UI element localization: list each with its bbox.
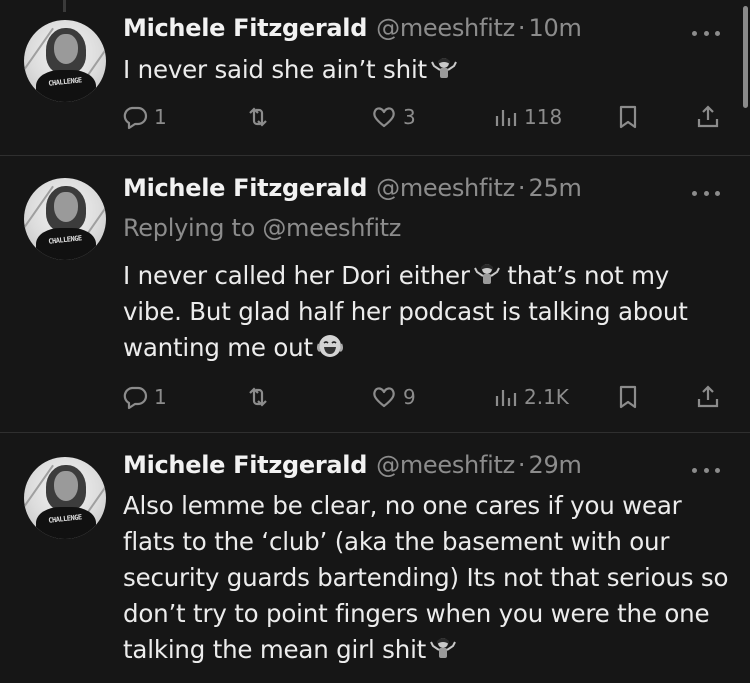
- more-icon[interactable]: [692, 188, 720, 198]
- reply-count: 1: [154, 105, 167, 129]
- timestamp[interactable]: 10m: [529, 14, 582, 42]
- repost-icon: [249, 107, 267, 127]
- person-shrugging-emoji: [430, 638, 456, 658]
- views-count: 118: [524, 105, 563, 129]
- bookmark-button[interactable]: [615, 104, 641, 130]
- like-icon: [373, 387, 395, 408]
- tweet-3[interactable]: CHALLENGE Michele Fitzgerald @meeshfitz …: [0, 433, 750, 683]
- like-icon: [373, 107, 395, 128]
- tweet-1[interactable]: CHALLENGE Michele Fitzgerald @meeshfitz …: [0, 0, 750, 155]
- like-count: 3: [403, 105, 416, 129]
- share-button[interactable]: [695, 384, 721, 410]
- repost-button[interactable]: [245, 104, 277, 130]
- more-icon[interactable]: [692, 28, 720, 38]
- bookmark-button[interactable]: [615, 384, 641, 410]
- repost-icon: [249, 387, 267, 407]
- author-name[interactable]: Michele Fitzgerald: [123, 174, 367, 202]
- replying-to-handle[interactable]: @meeshfitz: [262, 214, 401, 242]
- views-button[interactable]: 2.1K: [492, 384, 569, 410]
- tweet-text-container: I never said she ain’t shit: [123, 52, 733, 88]
- repost-button[interactable]: [245, 384, 277, 410]
- avatar[interactable]: CHALLENGE: [24, 20, 106, 102]
- bookmark-icon: [619, 105, 637, 129]
- like-button[interactable]: 9: [371, 384, 416, 410]
- avatar[interactable]: CHALLENGE: [24, 178, 106, 260]
- like-button[interactable]: 3: [371, 104, 416, 130]
- tweet-text-container: Also lemme be clear, no one cares if you…: [123, 488, 733, 668]
- reply-button[interactable]: 1: [122, 104, 167, 130]
- tweet-text-part-1: I never called her Dori either: [123, 261, 470, 290]
- replying-to: Replying to @meeshfitz: [123, 214, 401, 242]
- author-name[interactable]: Michele Fitzgerald: [123, 451, 367, 479]
- more-icon[interactable]: [692, 465, 720, 475]
- separator-dot: ·: [517, 451, 526, 479]
- share-icon: [697, 105, 719, 128]
- author-name[interactable]: Michele Fitzgerald: [123, 14, 367, 42]
- views-count: 2.1K: [524, 385, 569, 409]
- person-shrugging-emoji: [431, 58, 457, 78]
- share-icon: [697, 385, 719, 408]
- reply-icon: [123, 386, 148, 410]
- timestamp[interactable]: 29m: [529, 451, 582, 479]
- author-handle[interactable]: @meeshfitz: [376, 14, 515, 42]
- reply-count: 1: [154, 385, 167, 409]
- reply-button[interactable]: 1: [122, 384, 167, 410]
- replying-to-label: Replying to: [123, 214, 263, 242]
- separator-dot: ·: [517, 14, 526, 42]
- tweet-text: Also lemme be clear, no one cares if you…: [123, 491, 729, 664]
- views-icon: [495, 110, 517, 126]
- tweet-text: I never said she ain’t shit: [123, 55, 427, 84]
- tweet-2[interactable]: CHALLENGE Michele Fitzgerald @meeshfitz …: [0, 156, 750, 432]
- views-icon: [495, 390, 517, 406]
- like-count: 9: [403, 385, 416, 409]
- laughing-crying-emoji: [316, 335, 343, 357]
- share-button[interactable]: [695, 104, 721, 130]
- views-button[interactable]: 118: [492, 104, 562, 130]
- author-handle[interactable]: @meeshfitz: [376, 451, 515, 479]
- timestamp[interactable]: 25m: [529, 174, 582, 202]
- person-shrugging-emoji: [473, 264, 500, 284]
- reply-icon: [123, 106, 148, 130]
- bookmark-icon: [619, 385, 637, 409]
- tweet-text-container: I never called her Dori either that’s no…: [123, 258, 733, 366]
- avatar[interactable]: CHALLENGE: [24, 457, 106, 539]
- author-handle[interactable]: @meeshfitz: [376, 174, 515, 202]
- separator-dot: ·: [517, 174, 526, 202]
